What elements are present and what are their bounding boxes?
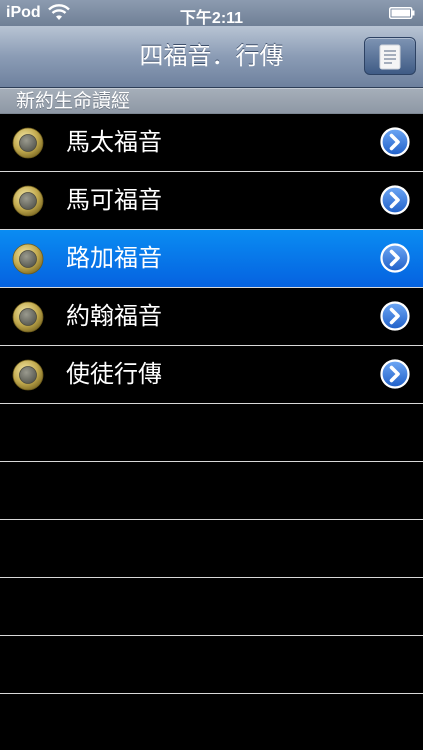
bullet-icon	[12, 127, 44, 159]
section-header: 新約生命讀經	[0, 88, 423, 114]
bullet-icon	[12, 185, 44, 217]
empty-row	[0, 636, 423, 694]
battery-icon	[389, 7, 415, 19]
list-item[interactable]: 約翰福音	[0, 288, 423, 346]
list-item[interactable]: 馬可福音	[0, 172, 423, 230]
navigation-bar: 四福音．行傳	[0, 26, 423, 88]
list-item-label: 馬可福音	[66, 186, 162, 214]
bullet-icon	[12, 243, 44, 275]
status-bar: iPod 下午2:11	[0, 0, 423, 27]
page-title: 四福音．行傳	[139, 42, 284, 70]
chevron-right-icon[interactable]	[380, 185, 410, 215]
clock: 下午2:11	[179, 10, 244, 27]
book-list: 馬太福音 馬可福音 路加福音 約翰福音 使徒行傳	[0, 114, 423, 750]
empty-row	[0, 462, 423, 520]
empty-row	[0, 694, 423, 750]
list-item-label: 路加福音	[66, 244, 162, 272]
bullet-icon	[12, 301, 44, 333]
list-item[interactable]: 路加福音	[0, 230, 423, 288]
chevron-right-icon[interactable]	[380, 127, 410, 157]
chevron-right-icon[interactable]	[380, 301, 410, 331]
empty-row	[0, 404, 423, 462]
list-item-label: 約翰福音	[66, 302, 162, 330]
chevron-right-icon[interactable]	[380, 359, 410, 389]
empty-row	[0, 578, 423, 636]
bullet-icon	[12, 359, 44, 391]
list-item[interactable]: 使徒行傳	[0, 346, 423, 404]
app-screen: iPod 下午2:11 四福音．行傳 新約生命讀經 馬太福音 馬可福音 路加福音…	[0, 0, 423, 750]
empty-row	[0, 520, 423, 578]
notes-button[interactable]	[364, 37, 416, 75]
list-item[interactable]: 馬太福音	[0, 114, 423, 172]
list-item-label: 馬太福音	[66, 128, 162, 156]
list-item-label: 使徒行傳	[66, 360, 162, 388]
chevron-right-icon[interactable]	[380, 243, 410, 273]
document-icon	[379, 44, 401, 70]
